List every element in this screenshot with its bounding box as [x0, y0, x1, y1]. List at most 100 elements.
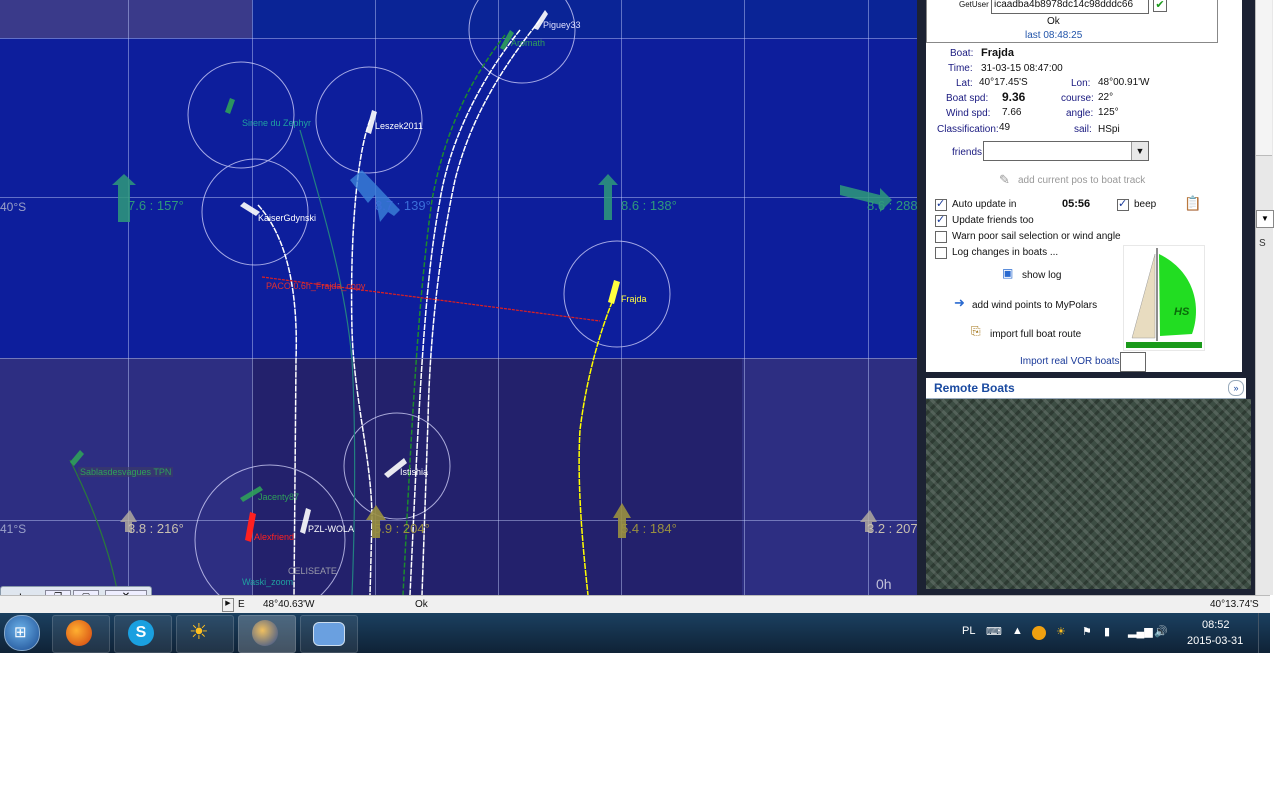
status-ok: Ok — [415, 599, 428, 610]
course-label: course: — [1061, 93, 1094, 104]
status-lat: 40°13.74'S — [1210, 599, 1259, 610]
boat-label[interactable]: Waski_zoom — [242, 577, 293, 587]
import-route-button[interactable]: import full boat route — [990, 329, 1081, 340]
boat-label[interactable]: PZL-WOLA — [308, 524, 354, 534]
friends-label: friends — [952, 147, 983, 158]
time-label: Time: — [948, 63, 973, 74]
boat-label[interactable]: Alexfriend — [254, 532, 294, 542]
boat-label[interactable]: Piguey33 — [543, 20, 581, 30]
boat-label[interactable]: Istishia — [400, 467, 428, 477]
weather-icon: ☀ — [189, 619, 209, 644]
clipboard-icon[interactable]: 📋 — [1184, 195, 1201, 212]
taskbar-globe-app[interactable] — [238, 615, 296, 653]
taskbar-skype[interactable]: S — [114, 615, 172, 653]
boat-label[interactable]: Leszek2011 — [375, 121, 423, 131]
sail-image: HS — [1123, 245, 1205, 351]
warn-sail-checkbox[interactable] — [935, 231, 947, 243]
boat-label[interactable]: Sablasdesvagues TPN — [78, 467, 174, 477]
tray-weather-icon[interactable]: ☀ — [1056, 625, 1066, 638]
feather-icon: ✎ — [999, 172, 1010, 187]
remote-boats-header[interactable]: Remote Boats » — [926, 378, 1246, 399]
boat-label[interactable]: Jacenty87 — [258, 492, 299, 502]
boat-label[interactable]: Aromath — [511, 38, 545, 48]
boat-label[interactable]: Frajda — [621, 294, 647, 304]
wind-label: 7.6 : 157° — [128, 198, 184, 213]
remote-boats-title: Remote Boats — [934, 381, 1015, 395]
taskbar-weather[interactable]: ☀ — [176, 615, 234, 653]
taskbar-chat[interactable] — [300, 615, 358, 653]
clock-date[interactable]: 2015-03-31 — [1187, 635, 1243, 647]
show-log-button[interactable]: show log — [1022, 270, 1061, 281]
globe-app-icon — [252, 620, 278, 646]
import-vor-label: Import real VOR boats — [1020, 356, 1120, 367]
show-desktop-button[interactable] — [1258, 613, 1271, 653]
route-label: PACO 0.6h_Frajda_copy — [266, 281, 366, 291]
getuser-status: Ok — [1047, 16, 1060, 27]
status-e: E — [238, 599, 245, 610]
taskbar-firefox[interactable] — [52, 615, 110, 653]
time-label: 0h — [876, 576, 892, 592]
classification-value: 49 — [999, 122, 1011, 133]
angle-label: angle: — [1066, 108, 1094, 119]
wind-label: 8.7 : 139° — [375, 198, 431, 213]
boat-info-panel: GetUser icaadba4b8978dc14c98dddc66 ✔ Ok … — [926, 0, 1242, 372]
clock-time[interactable]: 08:52 — [1202, 619, 1230, 631]
warn-sail-label: Warn poor sail selection or wind angle — [952, 231, 1121, 242]
boat-label[interactable]: Sirene du Zephyr — [242, 118, 311, 128]
flag-icon[interactable]: ⚑ — [1082, 625, 1092, 638]
map-view[interactable]: 7.6 : 157° 8.7 : 139° 8.6 : 138° 8.6 : 2… — [0, 0, 917, 595]
play-icon[interactable]: ▶ — [222, 598, 234, 612]
scroll-down-button[interactable]: ▼ — [1256, 210, 1274, 228]
remote-boats-area — [926, 399, 1251, 589]
wind-speed-label: Wind spd: — [946, 108, 991, 119]
beep-checkbox[interactable] — [1117, 197, 1129, 211]
volume-icon[interactable]: 🔊 — [1154, 625, 1168, 638]
signal-icon[interactable]: ▂▄▆ — [1128, 625, 1153, 638]
side-panel: GetUser icaadba4b8978dc14c98dddc66 ✔ Ok … — [917, 0, 1255, 595]
keyboard-icon[interactable]: ⌨ — [986, 625, 1002, 638]
boat-label: Boat: — [950, 48, 974, 59]
map-overlay — [69, 0, 892, 595]
wind-label: 5.9 : 204° — [374, 521, 430, 536]
scrollbar[interactable]: ▼ S — [1255, 0, 1274, 595]
import-icon: ⎘ — [971, 324, 981, 338]
update-friends-label: Update friends too — [952, 215, 1034, 226]
auto-update-checkbox[interactable] — [935, 197, 947, 211]
sail-value: HSpi — [1098, 124, 1120, 135]
sail-badge: HS — [1174, 306, 1190, 318]
sail-label: sail: — [1074, 124, 1092, 135]
skype-icon: S — [128, 620, 154, 646]
friends-select[interactable]: ▼ — [983, 141, 1149, 161]
tray-app-icon[interactable] — [1032, 626, 1046, 640]
classification-label: Classification: — [937, 124, 999, 135]
update-friends-checkbox[interactable] — [935, 213, 947, 227]
collapse-icon[interactable]: » — [1228, 380, 1244, 396]
add-pos-button[interactable]: add current pos to boat track — [1018, 175, 1145, 186]
wind-label: 5.4 : 184° — [621, 521, 677, 536]
language-indicator[interactable]: PL — [962, 625, 975, 637]
status-bar: ▶ E 48°40.63'W Ok 40°13.74'S — [0, 595, 1270, 614]
latitude-label: 41°S — [0, 522, 27, 536]
mini-window[interactable]: ● L. ❐ ▢ ✕ — [0, 586, 152, 595]
wind-speed-value: 7.66 — [1002, 107, 1022, 118]
scroll-track — [1256, 0, 1272, 156]
chevron-down-icon[interactable]: ▼ — [1131, 142, 1148, 160]
last-update: last 08:48:25 — [1025, 30, 1083, 41]
angle-value: 125° — [1098, 107, 1119, 118]
start-button[interactable]: ⊞ — [4, 615, 40, 651]
battery-icon[interactable]: ▮ — [1104, 625, 1110, 638]
wind-label: 3.8 : 216° — [128, 521, 184, 536]
getuser-input[interactable]: icaadba4b8978dc14c98dddc66 — [991, 0, 1149, 14]
log-changes-checkbox[interactable] — [935, 247, 947, 259]
chevron-up-icon[interactable]: ▲ — [1012, 625, 1023, 637]
check-icon[interactable]: ✔ — [1153, 0, 1167, 12]
boat-label[interactable]: CELISEATE — [288, 566, 337, 576]
log-icon: ▣ — [1002, 266, 1014, 280]
import-vor-input[interactable] — [1120, 352, 1146, 372]
latitude-label: 40°S — [0, 200, 27, 214]
auto-update-label: Auto update in — [952, 199, 1017, 210]
lat-label: Lat: — [956, 78, 973, 89]
getuser-label: GetUser — [959, 0, 989, 9]
add-wind-button[interactable]: add wind points to MyPolars — [972, 300, 1097, 311]
boat-label[interactable]: KaiserGdynski — [258, 213, 316, 223]
